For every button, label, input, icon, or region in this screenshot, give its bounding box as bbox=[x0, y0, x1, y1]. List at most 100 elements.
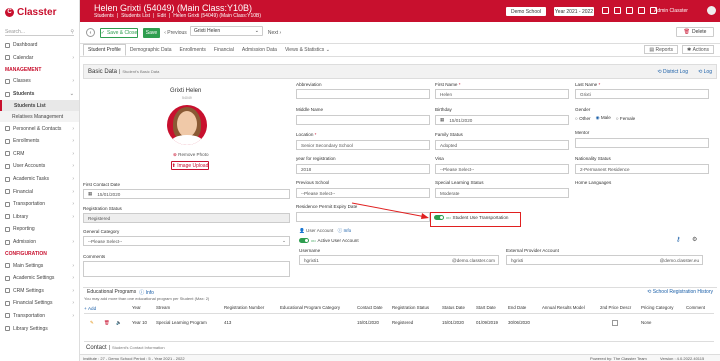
breadcrumb-item[interactable]: Students List bbox=[121, 13, 150, 19]
first-contact-value: 15/01/2020 bbox=[97, 191, 121, 197]
tab-views-statistics[interactable]: Views & Statistics ⌄ bbox=[281, 44, 334, 56]
grid-icon[interactable] bbox=[602, 7, 609, 14]
footer-powered: Powered by: The Classter Team bbox=[590, 356, 647, 361]
visa-select[interactable]: --Please Select-- bbox=[435, 164, 569, 174]
family-status-select[interactable]: Adopted bbox=[435, 140, 569, 150]
last-name-field[interactable]: Grixti bbox=[575, 89, 709, 99]
sidebar-item-academic-settings[interactable]: Academic Settings › bbox=[0, 272, 79, 285]
sidebar-item-transportation[interactable]: Transportation › bbox=[0, 198, 79, 211]
key-icon[interactable]: ⚷ bbox=[676, 236, 680, 243]
notification-bell-icon[interactable] bbox=[626, 7, 633, 14]
sidebar-item-admission[interactable]: Admission › bbox=[0, 236, 79, 249]
sidebar-item-crm-settings[interactable]: CRM Settings › bbox=[0, 285, 79, 298]
app-logo[interactable]: C Classter bbox=[0, 0, 79, 24]
sidebar-subitem-students-list[interactable]: Students List bbox=[0, 100, 79, 112]
log-link[interactable]: ⟲ Log bbox=[698, 69, 712, 75]
student-select[interactable]: Grixti Helen ⌄ bbox=[190, 26, 263, 36]
first-name-field[interactable]: Helen bbox=[435, 89, 569, 99]
image-upload-button[interactable]: ⬆ Image Upload bbox=[171, 161, 209, 170]
sidebar-item-library[interactable]: Library › bbox=[0, 211, 79, 224]
reports-dropdown[interactable]: ▤ Reports bbox=[644, 45, 678, 54]
sidebar-item-students[interactable]: Students ⌄ bbox=[0, 88, 79, 101]
gender-radio-female[interactable]: ○ Female bbox=[616, 116, 635, 121]
sidebar-item-calendar[interactable]: Calendar › bbox=[0, 52, 79, 65]
add-program-button[interactable]: + Add bbox=[84, 306, 96, 311]
residence-permit-field[interactable] bbox=[296, 212, 430, 222]
user-settings-icon[interactable]: ⚙ bbox=[692, 236, 697, 243]
chevron-right-icon: › bbox=[72, 300, 74, 307]
user-menu[interactable]: Admin Classter bbox=[654, 8, 688, 14]
last-name-label-text: Last Name bbox=[575, 82, 598, 87]
save-close-button[interactable]: ✓ Save & Close bbox=[100, 28, 138, 38]
col-contact-date: Contact Date bbox=[357, 305, 383, 310]
birthday-field[interactable]: ▦ 15/01/2020 bbox=[435, 115, 569, 125]
sidebar: C Classter Search... ⚲ Dashboard Calenda… bbox=[0, 0, 80, 361]
breadcrumb-separator: | bbox=[116, 13, 119, 19]
next-button[interactable]: Next › bbox=[266, 28, 283, 38]
sidebar-item-classes[interactable]: Classes › bbox=[0, 75, 79, 88]
sidebar-item-reporting[interactable]: Reporting bbox=[0, 223, 79, 236]
location-select[interactable]: Senior Secondary School bbox=[296, 140, 430, 150]
gender-radio-male[interactable]: ◉ Male bbox=[596, 115, 611, 121]
avatar[interactable] bbox=[707, 6, 716, 15]
district-log-link[interactable]: ⟲ District Log bbox=[657, 69, 688, 75]
sidebar-item-library-settings[interactable]: Library Settings bbox=[0, 322, 79, 335]
sidebar-item-enrollments[interactable]: Enrollments › bbox=[0, 135, 79, 148]
sidebar-item-personnel[interactable]: Personnel & Contacts › bbox=[0, 122, 79, 135]
breadcrumb-item[interactable]: Edit bbox=[157, 13, 166, 19]
general-category-select[interactable]: --Please Select-- ⌄ bbox=[83, 236, 290, 246]
tab-admission-data[interactable]: Admission Data bbox=[238, 44, 281, 56]
sidebar-item-financial[interactable]: Financial › bbox=[0, 185, 79, 198]
abbreviation-field[interactable] bbox=[296, 89, 430, 99]
tab-student-profile[interactable]: Student Profile bbox=[83, 44, 126, 56]
admission-icon bbox=[5, 239, 10, 245]
delete-row-icon[interactable]: 🗑 bbox=[104, 320, 110, 326]
edit-icon[interactable]: ✎ bbox=[90, 320, 94, 326]
remove-photo-link[interactable]: ⊗ Remove Photo bbox=[173, 152, 209, 158]
footer-version: Version : 4.0.2022.40115 bbox=[660, 356, 705, 361]
middle-name-field[interactable] bbox=[296, 115, 430, 125]
sidebar-item-user-accounts[interactable]: User Accounts › bbox=[0, 160, 79, 173]
active-user-toggle-row[interactable]: ON Active User Account bbox=[299, 238, 359, 243]
save-button[interactable]: Save bbox=[143, 28, 160, 38]
actions-dropdown[interactable]: ✱ Actions bbox=[682, 45, 714, 54]
back-arrow-icon[interactable]: ‹ bbox=[86, 28, 95, 37]
sidebar-item-transportation-settings[interactable]: Transportation › bbox=[0, 310, 79, 323]
info-link[interactable]: ⓘ Info bbox=[338, 228, 352, 233]
sidebar-item-main-settings[interactable]: Main Settings › bbox=[0, 259, 79, 272]
active-user-toggle[interactable] bbox=[299, 238, 309, 243]
sidebar-item-crm[interactable]: CRM › bbox=[0, 148, 79, 161]
sidebar-item-dashboard[interactable]: Dashboard bbox=[0, 39, 79, 52]
external-provider-field[interactable]: hgrixti @demo.classter.eu bbox=[506, 255, 703, 265]
mail-icon[interactable] bbox=[638, 7, 645, 14]
required-marker: * bbox=[458, 82, 461, 87]
comments-textarea[interactable] bbox=[83, 261, 290, 277]
sidebar-item-academic-tasks[interactable]: Academic Tasks › bbox=[0, 173, 79, 186]
sidebar-item-label: Students bbox=[13, 91, 35, 98]
delete-button[interactable]: 🗑 Delete bbox=[676, 27, 714, 37]
info-link[interactable]: ⓘ Info bbox=[139, 289, 154, 296]
mute-icon[interactable]: 🔈 bbox=[116, 320, 121, 326]
gender-radio-other[interactable]: ○ Other bbox=[575, 116, 591, 121]
breadcrumb-item[interactable]: Students bbox=[94, 13, 114, 19]
mentor-select[interactable] bbox=[575, 138, 709, 148]
first-contact-date-field[interactable]: ▦ 15/01/2020 bbox=[83, 189, 290, 199]
year-selector[interactable]: Year 2021 - 2022 bbox=[554, 7, 594, 16]
nationality-status-select[interactable]: 2-Permanent Residence bbox=[575, 164, 709, 174]
sidebar-subitem-relatives[interactable]: Relatives Management bbox=[0, 111, 79, 123]
cell-2nd-price-checkbox[interactable] bbox=[612, 320, 618, 326]
special-learning-select[interactable]: Moderate bbox=[435, 188, 569, 198]
username-field[interactable]: hgrixti1 @demo.classter.com bbox=[299, 255, 499, 265]
sidebar-search[interactable]: Search... ⚲ bbox=[5, 29, 74, 36]
year-registration-select[interactable]: 2018 bbox=[296, 164, 430, 174]
tab-financial[interactable]: Financial bbox=[210, 44, 238, 56]
previous-button[interactable]: ‹ Previous bbox=[164, 28, 187, 38]
school-registration-history-link[interactable]: ⟲ School Registration History bbox=[647, 289, 713, 295]
message-icon[interactable] bbox=[614, 7, 621, 14]
username-value: hgrixti1 bbox=[304, 257, 319, 263]
previous-school-select[interactable]: --Please Select-- bbox=[296, 188, 430, 198]
tab-enrollments[interactable]: Enrollments bbox=[176, 44, 210, 56]
tab-demographic-data[interactable]: Demographic Data bbox=[126, 44, 176, 56]
sidebar-item-financial-settings[interactable]: Financial Settings › bbox=[0, 297, 79, 310]
school-selector[interactable]: Demo School bbox=[506, 7, 546, 16]
